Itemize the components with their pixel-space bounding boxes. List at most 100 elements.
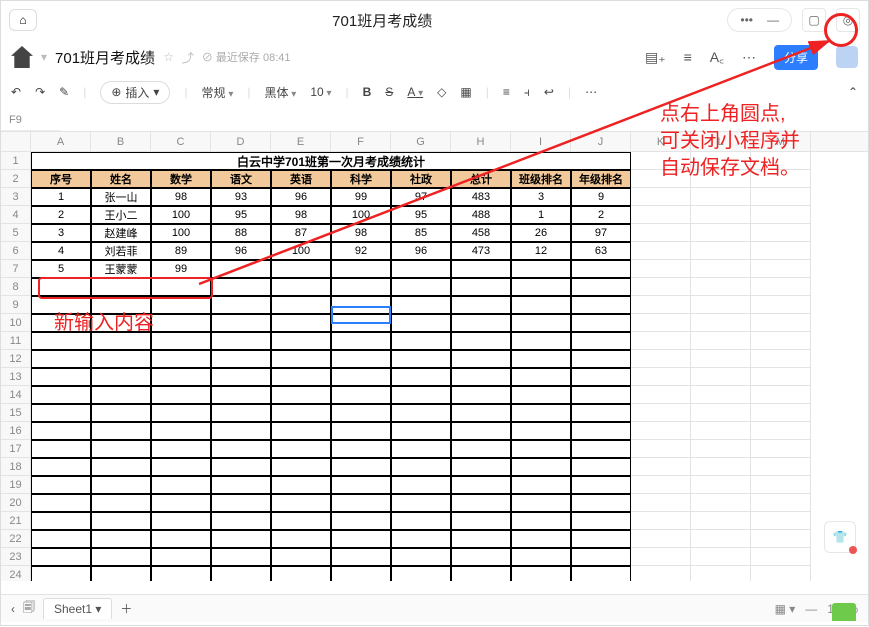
cell[interactable] bbox=[451, 422, 511, 440]
col-header[interactable]: C bbox=[151, 132, 211, 151]
cell[interactable] bbox=[211, 350, 271, 368]
align2-icon[interactable]: ⫞ bbox=[524, 85, 530, 100]
cell[interactable] bbox=[91, 566, 151, 581]
cell[interactable] bbox=[211, 458, 271, 476]
cell[interactable] bbox=[511, 440, 571, 458]
cell[interactable] bbox=[751, 476, 811, 494]
cell[interactable]: 95 bbox=[391, 206, 451, 224]
cell[interactable] bbox=[451, 440, 511, 458]
cell[interactable] bbox=[571, 548, 631, 566]
cell[interactable] bbox=[151, 476, 211, 494]
more-format-icon[interactable]: ⋯ bbox=[585, 85, 597, 99]
cell[interactable]: 4 bbox=[31, 242, 91, 260]
cell[interactable] bbox=[391, 350, 451, 368]
cell[interactable]: 97 bbox=[391, 188, 451, 206]
cell[interactable] bbox=[271, 512, 331, 530]
cell[interactable] bbox=[691, 224, 751, 242]
cell[interactable] bbox=[151, 566, 211, 581]
cell[interactable] bbox=[751, 422, 811, 440]
font-size-select[interactable]: 10 bbox=[310, 85, 331, 99]
cell[interactable] bbox=[571, 512, 631, 530]
cell[interactable] bbox=[631, 332, 691, 350]
cell[interactable] bbox=[391, 404, 451, 422]
cell[interactable] bbox=[31, 530, 91, 548]
cell[interactable] bbox=[691, 332, 751, 350]
cell[interactable] bbox=[631, 476, 691, 494]
row-header[interactable]: 13 bbox=[1, 368, 30, 386]
cell[interactable] bbox=[751, 224, 811, 242]
cell[interactable] bbox=[391, 296, 451, 314]
cell[interactable] bbox=[151, 548, 211, 566]
cell[interactable] bbox=[271, 296, 331, 314]
cell[interactable] bbox=[571, 458, 631, 476]
cell[interactable] bbox=[151, 530, 211, 548]
cell[interactable] bbox=[451, 458, 511, 476]
cell[interactable]: 姓名 bbox=[91, 170, 151, 188]
cell[interactable]: 26 bbox=[511, 224, 571, 242]
cell[interactable] bbox=[571, 494, 631, 512]
cell[interactable] bbox=[631, 566, 691, 581]
cell[interactable] bbox=[751, 512, 811, 530]
cell[interactable]: 97 bbox=[571, 224, 631, 242]
cell[interactable] bbox=[31, 458, 91, 476]
row-header[interactable]: 15 bbox=[1, 404, 30, 422]
cell[interactable]: 85 bbox=[391, 224, 451, 242]
cell[interactable] bbox=[331, 494, 391, 512]
cell[interactable] bbox=[31, 278, 91, 296]
cell[interactable] bbox=[631, 350, 691, 368]
cell[interactable]: 458 bbox=[451, 224, 511, 242]
cell[interactable] bbox=[631, 206, 691, 224]
cell[interactable] bbox=[751, 296, 811, 314]
cell[interactable] bbox=[211, 314, 271, 332]
cell[interactable] bbox=[391, 368, 451, 386]
cell[interactable]: 语文 bbox=[211, 170, 271, 188]
cell[interactable] bbox=[31, 494, 91, 512]
cell[interactable] bbox=[211, 296, 271, 314]
cell[interactable] bbox=[571, 440, 631, 458]
cell[interactable]: 3 bbox=[511, 188, 571, 206]
cell[interactable] bbox=[391, 440, 451, 458]
cell[interactable] bbox=[391, 260, 451, 278]
cell[interactable] bbox=[31, 440, 91, 458]
assistant-button[interactable]: 👕 bbox=[824, 521, 856, 553]
cell[interactable] bbox=[631, 260, 691, 278]
cell[interactable] bbox=[211, 476, 271, 494]
cell[interactable] bbox=[91, 548, 151, 566]
cell[interactable] bbox=[331, 350, 391, 368]
cell[interactable] bbox=[331, 458, 391, 476]
bold-button[interactable]: B bbox=[363, 85, 372, 99]
cell[interactable]: 100 bbox=[331, 206, 391, 224]
col-header[interactable]: H bbox=[451, 132, 511, 151]
undo-icon[interactable]: ↶ bbox=[11, 85, 21, 99]
cell[interactable] bbox=[691, 206, 751, 224]
cell[interactable] bbox=[91, 530, 151, 548]
cell[interactable] bbox=[631, 422, 691, 440]
cell[interactable] bbox=[571, 368, 631, 386]
cell[interactable] bbox=[211, 494, 271, 512]
cell[interactable] bbox=[451, 314, 511, 332]
cell[interactable] bbox=[391, 422, 451, 440]
cell[interactable]: 刘若菲 bbox=[91, 242, 151, 260]
cell[interactable] bbox=[151, 440, 211, 458]
cell[interactable] bbox=[331, 512, 391, 530]
share-button[interactable]: 分享 bbox=[774, 45, 818, 70]
chevron-up-icon[interactable]: ⌃ bbox=[848, 85, 858, 99]
cell[interactable]: 89 bbox=[151, 242, 211, 260]
cell[interactable]: 473 bbox=[451, 242, 511, 260]
cell[interactable] bbox=[511, 368, 571, 386]
cell[interactable] bbox=[751, 530, 811, 548]
cell[interactable] bbox=[331, 566, 391, 581]
minimize-icon[interactable]: — bbox=[767, 13, 779, 27]
col-header[interactable]: B bbox=[91, 132, 151, 151]
cell[interactable] bbox=[91, 494, 151, 512]
more-icon[interactable]: ••• bbox=[740, 13, 753, 27]
cell[interactable] bbox=[451, 386, 511, 404]
cell[interactable] bbox=[211, 368, 271, 386]
col-header[interactable]: I bbox=[511, 132, 571, 151]
cell[interactable] bbox=[211, 386, 271, 404]
doc-title[interactable]: 701班月考成绩 bbox=[55, 47, 155, 68]
cell[interactable] bbox=[331, 386, 391, 404]
cell[interactable] bbox=[91, 458, 151, 476]
cell[interactable] bbox=[331, 476, 391, 494]
cell[interactable] bbox=[331, 260, 391, 278]
